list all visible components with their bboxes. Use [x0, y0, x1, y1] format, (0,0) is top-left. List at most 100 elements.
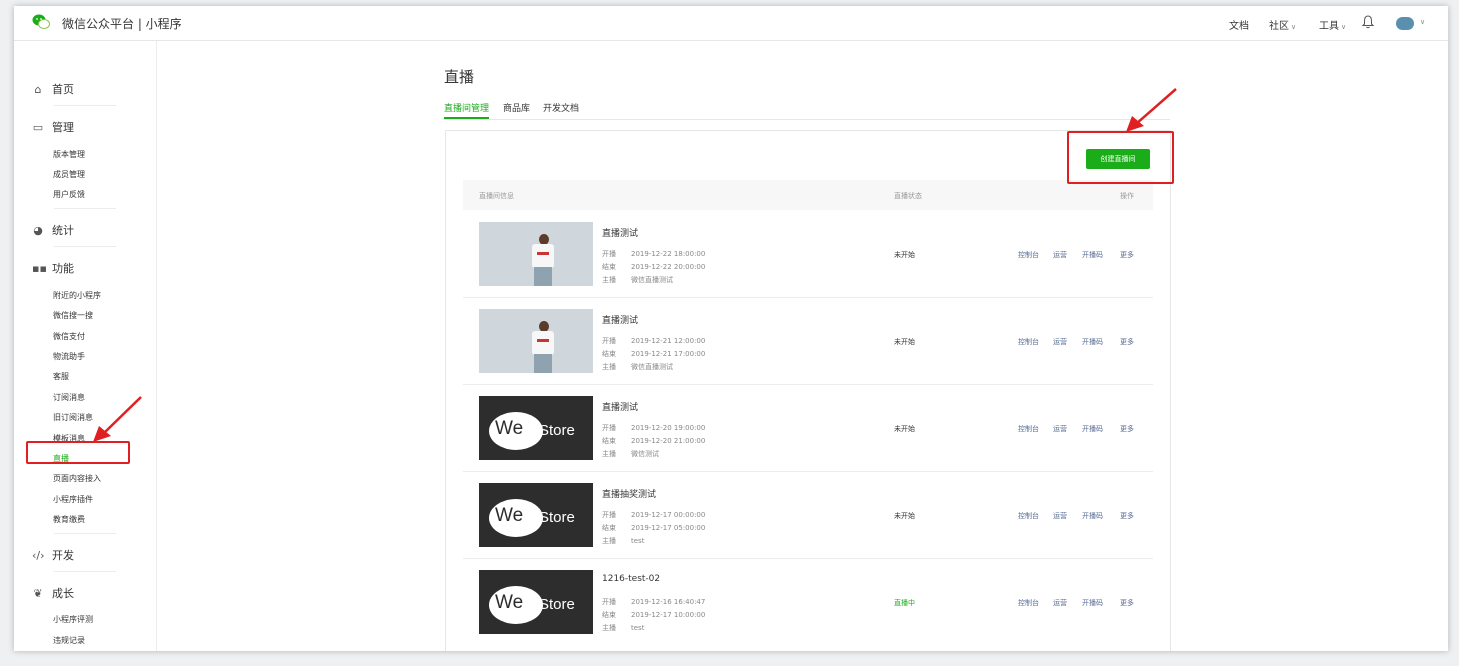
nav-docs-link[interactable]: 文档 [1229, 17, 1249, 32]
more-link[interactable]: 更多 [1120, 424, 1134, 434]
meta-value: 2019-12-17 10:00:00 [631, 611, 706, 619]
more-link[interactable]: 更多 [1120, 511, 1134, 521]
room-end: 结束 2019-12-17 10:00:00 [602, 610, 705, 620]
sidebar-section-label: 管理 [52, 121, 74, 134]
bell-icon[interactable] [1362, 15, 1374, 29]
operations-link[interactable]: 运营 [1053, 598, 1067, 608]
meta-label: 结束 [602, 524, 616, 532]
sidebar-section-label: 功能 [52, 262, 74, 275]
avatar[interactable] [1396, 17, 1414, 30]
tab-dev-docs[interactable]: 开发文档 [543, 101, 579, 114]
console-link[interactable]: 控制台 [1018, 511, 1039, 521]
room-cover-image[interactable]: We Store [479, 570, 593, 634]
room-start: 开播 2019-12-17 00:00:00 [602, 510, 705, 520]
sidebar-item-subscribe[interactable]: 订阅消息 [53, 392, 85, 403]
more-link[interactable]: 更多 [1120, 598, 1134, 608]
sidebar-section-dev[interactable]: ‹/› 开发 [32, 547, 74, 563]
column-header-status: 直播状态 [894, 192, 922, 200]
divider [54, 208, 116, 209]
meta-label: 开播 [602, 250, 616, 258]
cover-figure-logo [537, 339, 549, 342]
app-window: 微信公众平台 | 小程序 文档 社区 ∨ 工具 ∨ ∨ ⌂ 首页 ▭ 管理 版本管理 成… [14, 6, 1448, 651]
console-link[interactable]: 控制台 [1018, 250, 1039, 260]
operations-link[interactable]: 运营 [1053, 337, 1067, 347]
divider [54, 105, 116, 106]
room-start: 开播 2019-12-20 19:00:00 [602, 423, 705, 433]
live-code-link[interactable]: 开播码 [1082, 511, 1103, 521]
divider [54, 571, 116, 572]
sidebar-item-nearby[interactable]: 附近的小程序 [53, 290, 101, 301]
sidebar-item-review[interactable]: 小程序评测 [53, 614, 93, 625]
tab-room-management[interactable]: 直播间管理 [444, 101, 489, 114]
sidebar-item-logistics[interactable]: 物流助手 [53, 351, 85, 362]
meta-label: 主播 [602, 624, 616, 632]
sidebar: ⌂ 首页 ▭ 管理 版本管理 成员管理 用户反馈 ◕ 统计 ▪▪ 功能 附近的小程序 微… [14, 41, 157, 651]
chevron-down-icon: ∨ [1341, 23, 1347, 31]
column-header-ops: 操作 [1120, 192, 1134, 200]
console-link[interactable]: 控制台 [1018, 598, 1039, 608]
nav-tools-menu[interactable]: 工具 ∨ [1319, 17, 1346, 32]
sidebar-item-education[interactable]: 教育缴费 [53, 514, 85, 525]
brand-title[interactable]: 微信公众平台 | 小程序 [62, 15, 182, 32]
live-code-link[interactable]: 开播码 [1082, 598, 1103, 608]
room-cover-image[interactable]: We Store [479, 396, 593, 460]
sidebar-item-version[interactable]: 版本管理 [53, 149, 85, 160]
operations-link[interactable]: 运营 [1053, 250, 1067, 260]
room-host: 主播 微信直播测试 [602, 362, 673, 372]
room-cover-image[interactable] [479, 222, 593, 286]
room-title: 直播抽奖测试 [602, 490, 657, 500]
cover-figure-body [532, 331, 554, 355]
console-link[interactable]: 控制台 [1018, 337, 1039, 347]
nav-tools-label: 工具 [1319, 21, 1339, 32]
chevron-down-icon[interactable]: ∨ [1420, 18, 1425, 26]
sidebar-item-violations[interactable]: 违规记录 [53, 635, 85, 646]
console-link[interactable]: 控制台 [1018, 424, 1039, 434]
meta-value: 2019-12-21 17:00:00 [631, 350, 706, 358]
wechat-logo-icon [32, 14, 50, 29]
cover-figure-body [532, 244, 554, 268]
sprout-icon: ❦ [33, 587, 43, 600]
operations-link[interactable]: 运营 [1053, 424, 1067, 434]
westore-logo-we: We [495, 505, 524, 526]
meta-label: 结束 [602, 437, 616, 445]
more-link[interactable]: 更多 [1120, 250, 1134, 260]
live-room-panel: 创建直播间 直播间信息 直播状态 操作 直播测试 开播 2019-12-22 18… [445, 130, 1171, 651]
westore-logo-we: We [495, 592, 524, 613]
sidebar-section-stats[interactable]: ◕ 统计 [32, 222, 74, 238]
room-cover-image[interactable] [479, 309, 593, 373]
operations-link[interactable]: 运营 [1053, 511, 1067, 521]
page-title: 直播 [444, 68, 475, 86]
sidebar-section-home[interactable]: ⌂ 首页 [32, 81, 75, 97]
meta-label: 结束 [602, 611, 616, 619]
sidebar-item-feedback[interactable]: 用户反馈 [53, 189, 85, 200]
live-code-link[interactable]: 开播码 [1082, 424, 1103, 434]
meta-value: 微信直播测试 [631, 363, 673, 371]
meta-value: 2019-12-17 00:00:00 [631, 511, 706, 519]
meta-value: 2019-12-16 16:40:47 [631, 598, 706, 606]
sidebar-section-label: 开发 [52, 549, 74, 562]
meta-value: 2019-12-20 21:00:00 [631, 437, 706, 445]
cover-figure-logo [537, 252, 549, 255]
meta-value: 2019-12-22 18:00:00 [631, 250, 706, 258]
sidebar-item-service[interactable]: 客服 [53, 371, 69, 382]
sidebar-item-old-subscribe[interactable]: 旧订阅消息 [53, 412, 93, 423]
sidebar-item-search[interactable]: 微信搜一搜 [53, 310, 93, 321]
sidebar-section-manage[interactable]: ▭ 管理 [32, 119, 74, 135]
sidebar-item-page-content[interactable]: 页面内容接入 [53, 473, 101, 484]
meta-value: test [631, 624, 645, 632]
nav-community-menu[interactable]: 社区 ∨ [1269, 17, 1296, 32]
live-code-link[interactable]: 开播码 [1082, 337, 1103, 347]
room-cover-image[interactable]: We Store [479, 483, 593, 547]
sidebar-section-features[interactable]: ▪▪ 功能 [32, 260, 74, 276]
sidebar-item-pay[interactable]: 微信支付 [53, 331, 85, 342]
chevron-down-icon: ∨ [1291, 23, 1297, 31]
tab-product-library[interactable]: 商品库 [503, 101, 530, 114]
sidebar-item-members[interactable]: 成员管理 [53, 169, 85, 180]
sidebar-item-plugin[interactable]: 小程序插件 [53, 494, 93, 505]
sidebar-section-growth[interactable]: ❦ 成长 [32, 585, 74, 601]
divider [54, 533, 116, 534]
more-link[interactable]: 更多 [1120, 337, 1134, 347]
live-code-link[interactable]: 开播码 [1082, 250, 1103, 260]
annotation-arrow-icon [93, 396, 142, 442]
westore-logo-store: Store [539, 509, 575, 526]
